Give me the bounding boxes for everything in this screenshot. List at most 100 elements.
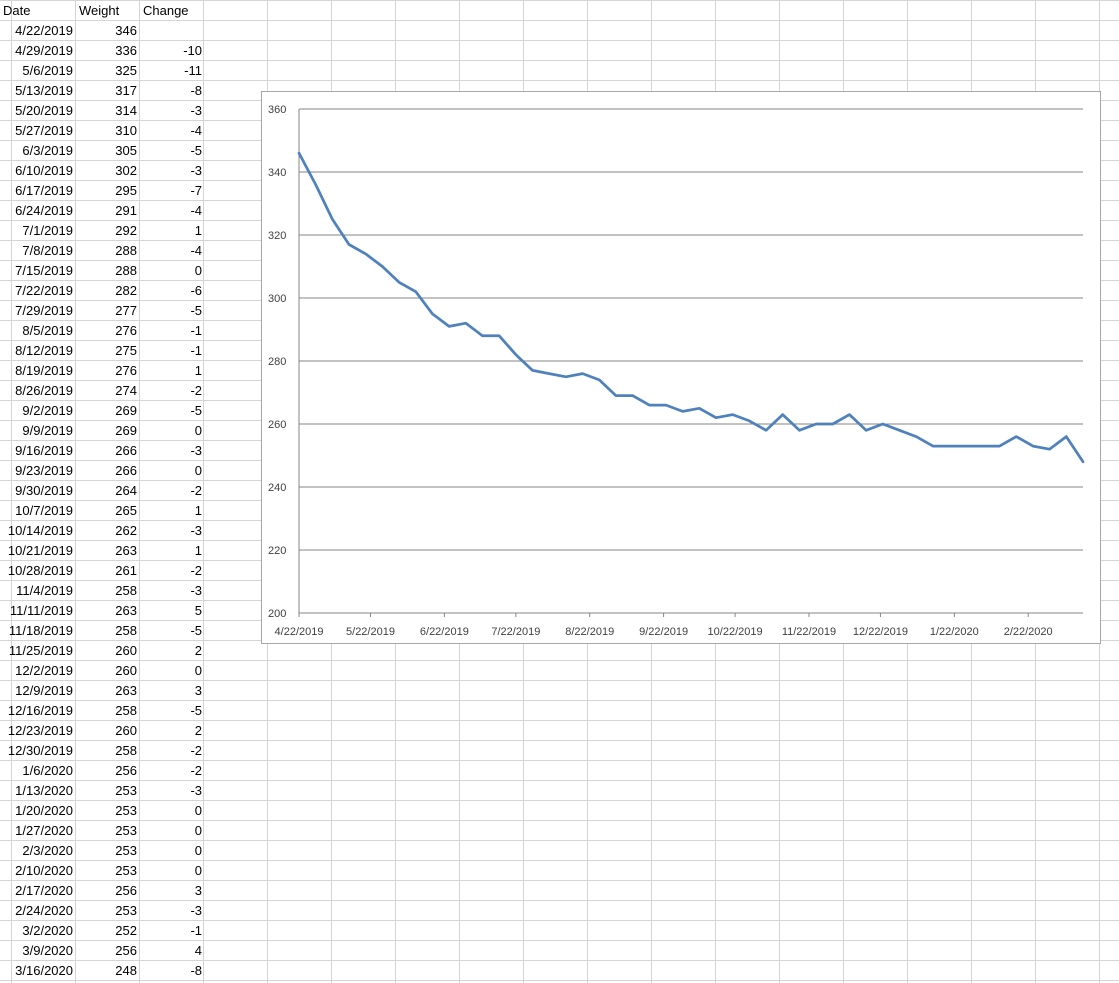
cell-weight[interactable]: 266 — [75, 441, 137, 461]
cell-change[interactable]: 0 — [139, 661, 202, 681]
cell-weight[interactable]: 317 — [75, 81, 137, 101]
cell-change[interactable]: 3 — [139, 681, 202, 701]
cell-weight[interactable]: 276 — [75, 321, 137, 341]
cell-change[interactable]: -3 — [139, 441, 202, 461]
cell-date[interactable]: 7/1/2019 — [0, 221, 73, 241]
cell-weight[interactable]: 274 — [75, 381, 137, 401]
cell-change[interactable]: -5 — [139, 621, 202, 641]
cell-weight[interactable]: 256 — [75, 881, 137, 901]
cell-weight[interactable]: 291 — [75, 201, 137, 221]
cell-date[interactable]: 5/6/2019 — [0, 61, 73, 81]
cell-change[interactable]: -2 — [139, 741, 202, 761]
cell-change[interactable]: -3 — [139, 521, 202, 541]
cell-weight[interactable]: 269 — [75, 421, 137, 441]
cell-weight[interactable]: 266 — [75, 461, 137, 481]
cell-date[interactable]: 1/13/2020 — [0, 781, 73, 801]
cell-date[interactable]: 4/22/2019 — [0, 21, 73, 41]
cell-weight[interactable]: 265 — [75, 501, 137, 521]
cell-weight[interactable]: 264 — [75, 481, 137, 501]
cell-change[interactable]: 0 — [139, 421, 202, 441]
cell-change[interactable]: 3 — [139, 881, 202, 901]
cell-change[interactable]: -3 — [139, 581, 202, 601]
cell-change[interactable]: -1 — [139, 921, 202, 941]
cell-weight[interactable]: 288 — [75, 241, 137, 261]
cell-change[interactable]: 0 — [139, 841, 202, 861]
cell-date[interactable]: 12/2/2019 — [0, 661, 73, 681]
cell-date[interactable]: 9/16/2019 — [0, 441, 73, 461]
header-weight[interactable]: Weight — [76, 1, 141, 21]
cell-weight[interactable]: 258 — [75, 741, 137, 761]
cell-date[interactable]: 3/9/2020 — [0, 941, 73, 961]
cell-change[interactable]: 1 — [139, 501, 202, 521]
cell-change[interactable] — [139, 21, 202, 41]
cell-date[interactable]: 2/10/2020 — [0, 861, 73, 881]
cell-change[interactable]: 0 — [139, 261, 202, 281]
cell-date[interactable]: 12/30/2019 — [0, 741, 73, 761]
cell-weight[interactable]: 336 — [75, 41, 137, 61]
cell-date[interactable]: 1/20/2020 — [0, 801, 73, 821]
cell-change[interactable]: 1 — [139, 541, 202, 561]
cell-date[interactable]: 8/12/2019 — [0, 341, 73, 361]
cell-change[interactable]: -3 — [139, 781, 202, 801]
cell-date[interactable]: 5/13/2019 — [0, 81, 73, 101]
cell-weight[interactable]: 276 — [75, 361, 137, 381]
cell-date[interactable]: 9/23/2019 — [0, 461, 73, 481]
cell-change[interactable]: -8 — [139, 81, 202, 101]
cell-weight[interactable]: 346 — [75, 21, 137, 41]
cell-weight[interactable]: 248 — [75, 961, 137, 981]
cell-change[interactable]: -5 — [139, 401, 202, 421]
cell-date[interactable]: 4/29/2019 — [0, 41, 73, 61]
cell-change[interactable]: 4 — [139, 941, 202, 961]
cell-weight[interactable]: 252 — [75, 921, 137, 941]
cell-change[interactable]: -11 — [139, 61, 202, 81]
cell-weight[interactable]: 253 — [75, 821, 137, 841]
cell-weight[interactable]: 305 — [75, 141, 137, 161]
cell-change[interactable]: -7 — [139, 181, 202, 201]
cell-change[interactable]: -10 — [139, 41, 202, 61]
cell-weight[interactable]: 260 — [75, 641, 137, 661]
cell-weight[interactable]: 302 — [75, 161, 137, 181]
cell-weight[interactable]: 253 — [75, 861, 137, 881]
cell-date[interactable]: 9/30/2019 — [0, 481, 73, 501]
cell-weight[interactable]: 253 — [75, 901, 137, 921]
cell-date[interactable]: 8/5/2019 — [0, 321, 73, 341]
cell-weight[interactable]: 261 — [75, 561, 137, 581]
cell-date[interactable]: 10/14/2019 — [0, 521, 73, 541]
cell-change[interactable]: -3 — [139, 161, 202, 181]
cell-date[interactable]: 2/3/2020 — [0, 841, 73, 861]
cell-date[interactable]: 12/9/2019 — [0, 681, 73, 701]
cell-change[interactable]: 0 — [139, 461, 202, 481]
cell-date[interactable]: 12/23/2019 — [0, 721, 73, 741]
cell-weight[interactable]: 282 — [75, 281, 137, 301]
cell-change[interactable]: 0 — [139, 861, 202, 881]
cell-weight[interactable]: 262 — [75, 521, 137, 541]
cell-date[interactable]: 7/29/2019 — [0, 301, 73, 321]
cell-weight[interactable]: 256 — [75, 941, 137, 961]
cell-date[interactable]: 5/20/2019 — [0, 101, 73, 121]
cell-weight[interactable]: 295 — [75, 181, 137, 201]
cell-change[interactable]: -4 — [139, 201, 202, 221]
cell-date[interactable]: 3/2/2020 — [0, 921, 73, 941]
cell-date[interactable]: 7/8/2019 — [0, 241, 73, 261]
cell-weight[interactable]: 263 — [75, 541, 137, 561]
cell-date[interactable]: 8/19/2019 — [0, 361, 73, 381]
cell-weight[interactable]: 263 — [75, 681, 137, 701]
cell-weight[interactable]: 314 — [75, 101, 137, 121]
cell-date[interactable]: 10/7/2019 — [0, 501, 73, 521]
cell-weight[interactable]: 292 — [75, 221, 137, 241]
cell-date[interactable]: 2/24/2020 — [0, 901, 73, 921]
cell-weight[interactable]: 269 — [75, 401, 137, 421]
cell-date[interactable]: 1/6/2020 — [0, 761, 73, 781]
cell-date[interactable]: 3/16/2020 — [0, 961, 73, 981]
cell-weight[interactable]: 277 — [75, 301, 137, 321]
cell-date[interactable]: 7/22/2019 — [0, 281, 73, 301]
cell-change[interactable]: 2 — [139, 641, 202, 661]
cell-date[interactable]: 9/2/2019 — [0, 401, 73, 421]
cell-date[interactable]: 8/26/2019 — [0, 381, 73, 401]
cell-date[interactable]: 11/11/2019 — [0, 601, 73, 621]
cell-date[interactable]: 6/17/2019 — [0, 181, 73, 201]
cell-change[interactable]: -1 — [139, 341, 202, 361]
cell-weight[interactable]: 253 — [75, 801, 137, 821]
cell-weight[interactable]: 260 — [75, 721, 137, 741]
cell-weight[interactable]: 288 — [75, 261, 137, 281]
